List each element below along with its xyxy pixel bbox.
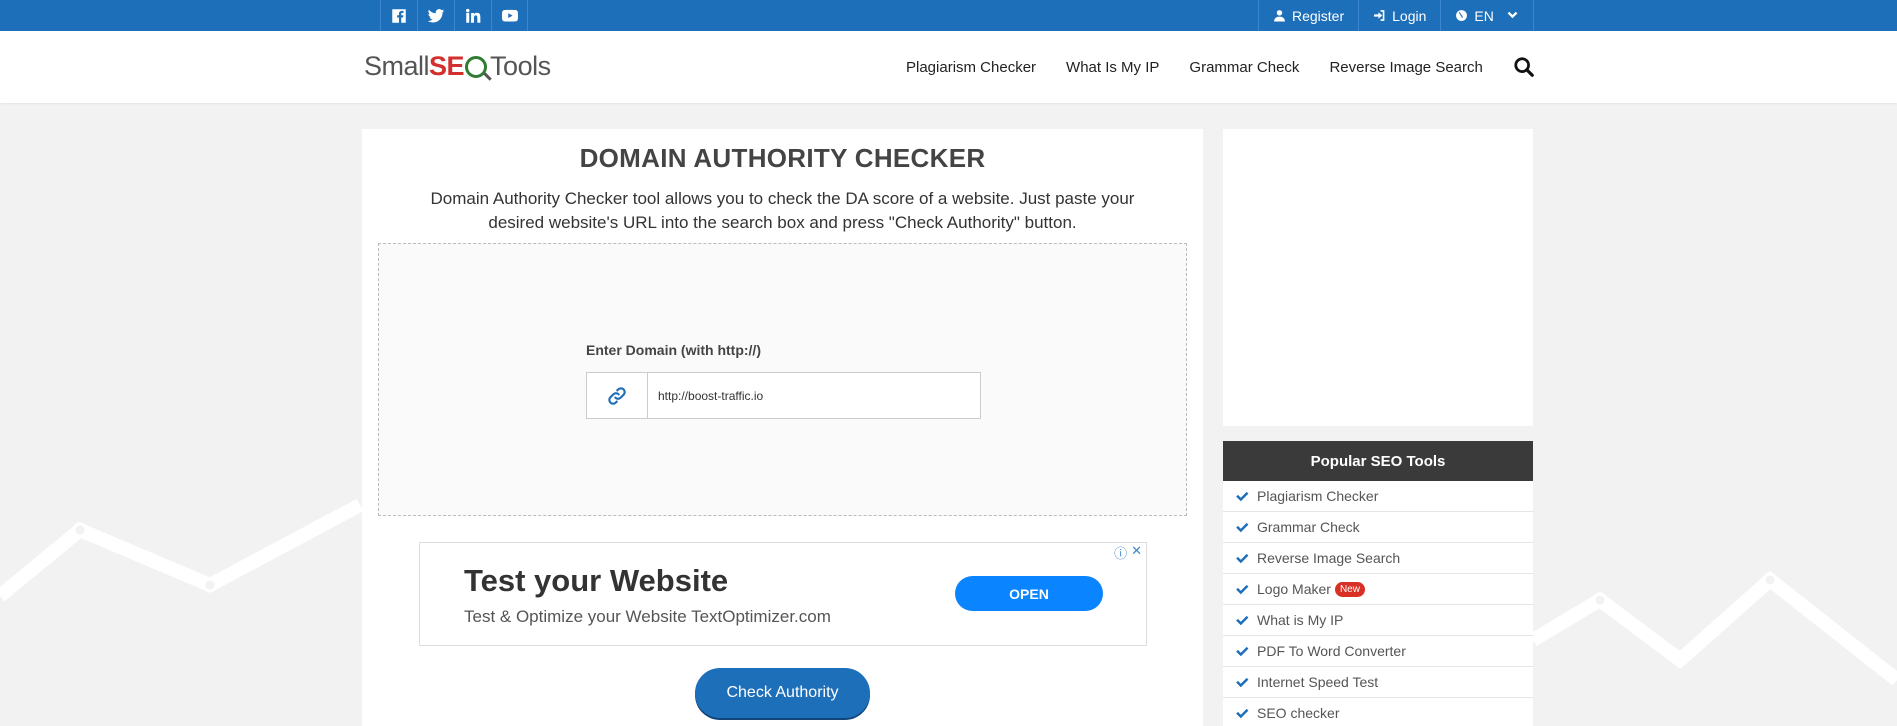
logo-s-letter: S xyxy=(429,51,447,81)
user-icon xyxy=(1274,10,1285,22)
popular-tool-item[interactable]: What is My IP xyxy=(1223,605,1533,636)
popular-tool-label: Reverse Image Search xyxy=(1257,550,1401,566)
ad-banner[interactable]: ⓘ ✕ Test your Website Test & Optimize yo… xyxy=(419,542,1147,646)
register-link[interactable]: Register xyxy=(1258,0,1358,31)
popular-tool-item[interactable]: Reverse Image Search xyxy=(1223,543,1533,574)
main-nav: Plagiarism Checker What Is My IP Grammar… xyxy=(906,31,1535,103)
sidebar-ad-slot xyxy=(1223,129,1533,426)
twitter-link[interactable] xyxy=(417,0,454,31)
popular-tool-label: What is My IP xyxy=(1257,612,1344,628)
popular-tool-label: Grammar Check xyxy=(1257,519,1360,535)
linkedin-icon xyxy=(466,8,481,23)
popular-tools-title: Popular SEO Tools xyxy=(1223,441,1533,481)
check-authority-button[interactable]: Check Authority xyxy=(695,668,870,718)
youtube-icon xyxy=(501,9,518,22)
popular-tool-label: Plagiarism Checker xyxy=(1257,488,1379,504)
site-logo[interactable]: Small S E Tools xyxy=(364,51,551,82)
link-icon xyxy=(587,373,648,418)
ad-title: Test your Website xyxy=(464,563,729,598)
site-header: Small S E Tools Plagiarism Checker What … xyxy=(0,31,1897,103)
check-icon xyxy=(1236,677,1249,688)
sign-in-icon xyxy=(1374,10,1385,21)
popular-tool-label: PDF To Word Converter xyxy=(1257,643,1406,659)
language-label: EN xyxy=(1474,7,1494,24)
nav-what-is-my-ip[interactable]: What Is My IP xyxy=(1066,59,1159,76)
ad-info-icon[interactable]: ⓘ xyxy=(1114,543,1127,562)
popular-tool-item[interactable]: Logo Maker New xyxy=(1223,574,1533,605)
popular-tool-label: Logo Maker xyxy=(1257,581,1331,597)
ad-choices[interactable]: ⓘ ✕ xyxy=(1114,543,1142,562)
ad-subtitle: Test & Optimize your Website TextOptimiz… xyxy=(464,607,831,626)
nav-plagiarism-checker[interactable]: Plagiarism Checker xyxy=(906,59,1036,76)
magnifier-o-icon xyxy=(465,55,488,78)
login-link[interactable]: Login xyxy=(1358,0,1440,31)
main-card: DOMAIN AUTHORITY CHECKER Domain Authorit… xyxy=(362,129,1203,726)
search-icon[interactable] xyxy=(1513,56,1535,78)
login-label: Login xyxy=(1392,7,1427,24)
page-title: DOMAIN AUTHORITY CHECKER xyxy=(579,143,986,173)
logo-small-text: Small xyxy=(364,51,430,81)
popular-tool-item[interactable]: Grammar Check xyxy=(1223,512,1533,543)
register-label: Register xyxy=(1292,7,1345,24)
twitter-icon xyxy=(427,8,445,22)
facebook-link[interactable] xyxy=(380,0,417,31)
youtube-link[interactable] xyxy=(491,0,528,31)
popular-tool-label: SEO checker xyxy=(1257,705,1340,721)
page-description: Domain Authority Checker tool allows you… xyxy=(430,189,1135,232)
check-icon xyxy=(1236,615,1249,626)
linkedin-link[interactable] xyxy=(454,0,491,31)
check-icon xyxy=(1236,553,1249,564)
popular-tool-item[interactable]: PDF To Word Converter xyxy=(1223,636,1533,667)
new-badge: New xyxy=(1334,581,1365,597)
popular-tools-panel: Popular SEO Tools Plagiarism Checker Gram… xyxy=(1223,441,1533,726)
check-icon xyxy=(1236,584,1249,595)
facebook-icon xyxy=(392,8,406,23)
ad-open-button[interactable]: OPEN xyxy=(955,576,1103,611)
check-icon xyxy=(1236,491,1249,502)
language-selector[interactable]: EN xyxy=(1440,0,1534,31)
popular-tool-item[interactable]: SEO checker xyxy=(1223,698,1533,726)
check-icon xyxy=(1236,646,1249,657)
ad-close-icon[interactable]: ✕ xyxy=(1131,543,1142,562)
domain-field-label: Enter Domain (with http://) xyxy=(586,342,761,358)
check-icon xyxy=(1236,522,1249,533)
domain-field xyxy=(586,372,981,419)
nav-grammar-check[interactable]: Grammar Check xyxy=(1189,59,1299,76)
popular-tool-item[interactable]: Internet Speed Test xyxy=(1223,667,1533,698)
popular-tool-label: Internet Speed Test xyxy=(1257,674,1379,690)
popular-tools-list: Plagiarism Checker Grammar Check Reverse I… xyxy=(1223,481,1533,726)
domain-input-area: Enter Domain (with http://) xyxy=(378,243,1187,516)
globe-icon xyxy=(1456,10,1468,21)
social-links xyxy=(380,0,528,31)
nav-reverse-image-search[interactable]: Reverse Image Search xyxy=(1329,59,1482,76)
check-icon xyxy=(1236,708,1249,719)
chevron-down-icon xyxy=(1507,11,1518,19)
logo-tools-text: Tools xyxy=(490,51,551,81)
domain-input[interactable] xyxy=(648,373,980,418)
popular-tool-item[interactable]: Plagiarism Checker xyxy=(1223,481,1533,512)
top-bar: Register Login EN xyxy=(0,0,1897,31)
account-menu: Register Login EN xyxy=(1258,0,1534,31)
logo-e-letter: E xyxy=(446,51,465,81)
